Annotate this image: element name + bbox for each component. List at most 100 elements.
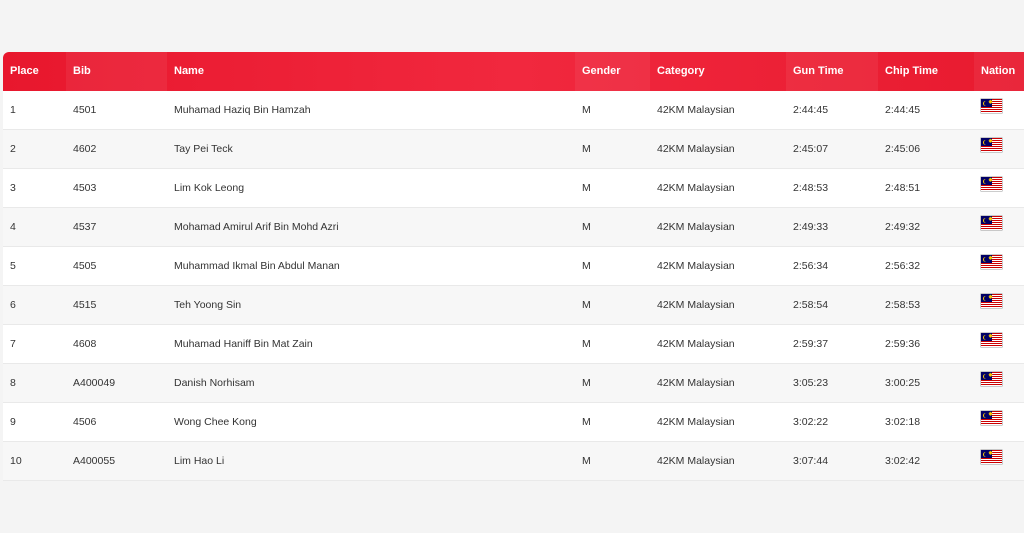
cell-bib: 4505 [73,260,97,272]
table-row[interactable]: 10 A400055 Lim Hao Li M 42KM Malaysian 3:07:4… [3,442,1024,481]
cell-category: 42KM Malaysian [657,299,735,311]
cell-name: Mohamad Amirul Arif Bin Mohd Azri [174,221,339,233]
cell-chip: 2:48:51 [885,182,921,194]
cell-gun: 2:56:34 [793,260,829,272]
cell-bib: 4503 [73,182,97,194]
cell-place: 6 [10,299,16,311]
cell-bib: 4501 [73,104,97,116]
cell-category: 42KM Malaysian [657,377,735,389]
malaysia-flag-icon: ✸ [981,294,1002,308]
cell-gender: M [582,416,591,428]
cell-nation: ✸ [974,411,1024,428]
cell-place: 8 [10,377,16,389]
cell-name: Muhamad Haniff Bin Mat Zain [174,338,313,350]
cell-gun: 3:02:22 [793,416,829,428]
cell-gender: M [582,221,591,233]
cell-nation: ✸ [974,333,1024,350]
cell-name: Muhamad Haziq Bin Hamzah [174,104,311,116]
column-header-category[interactable]: Category [650,52,786,91]
cell-gender: M [582,338,591,350]
cell-category: 42KM Malaysian [657,221,735,233]
malaysia-flag-icon: ✸ [981,177,1002,191]
cell-gender: M [582,455,591,467]
column-header-name[interactable]: Name [167,52,575,91]
cell-chip: 2:56:32 [885,260,921,272]
results-table: Place Bib Name Gender Category Gun Time … [3,52,1024,481]
cell-nation: ✸ [974,450,1024,467]
cell-nation: ✸ [974,294,1024,311]
cell-category: 42KM Malaysian [657,416,735,428]
cell-chip: 3:02:18 [885,416,921,428]
cell-chip: 2:58:53 [885,299,921,311]
table-row[interactable]: 6 4515 Teh Yoong Sin M 42KM Malaysian 2:58:54… [3,286,1024,325]
cell-bib: A400055 [73,455,116,467]
malaysia-flag-icon: ✸ [981,372,1002,386]
table-header: Place Bib Name Gender Category Gun Time … [3,52,1024,91]
cell-name: Wong Chee Kong [174,416,257,428]
cell-gun: 3:05:23 [793,377,829,389]
malaysia-flag-icon: ✸ [981,99,1002,113]
cell-bib: 4608 [73,338,97,350]
cell-nation: ✸ [974,138,1024,155]
cell-category: 42KM Malaysian [657,338,735,350]
malaysia-flag-icon: ✸ [981,216,1002,230]
column-header-bib[interactable]: Bib [66,52,167,91]
cell-category: 42KM Malaysian [657,143,735,155]
column-header-gender[interactable]: Gender [575,52,650,91]
cell-place: 9 [10,416,16,428]
column-header-nation[interactable]: Nation [974,52,1024,91]
table-row[interactable]: 1 4501 Muhamad Haziq Bin Hamzah M 42KM Malay… [3,91,1024,130]
cell-gun: 2:49:33 [793,221,829,233]
cell-gun: 2:48:53 [793,182,829,194]
cell-place: 1 [10,104,16,116]
cell-gender: M [582,377,591,389]
table-row[interactable]: 8 A400049 Danish Norhisam M 42KM Malaysian 3:… [3,364,1024,403]
cell-nation: ✸ [974,255,1024,272]
column-header-gun-time[interactable]: Gun Time [786,52,878,91]
table-row[interactable]: 7 4608 Muhamad Haniff Bin Mat Zain M 42KM Ma… [3,325,1024,364]
table-row[interactable]: 5 4505 Muhammad Ikmal Bin Abdul Manan M 42KM… [3,247,1024,286]
table-row[interactable]: 4 4537 Mohamad Amirul Arif Bin Mohd Azri M 4… [3,208,1024,247]
cell-name: Danish Norhisam [174,377,255,389]
malaysia-flag-icon: ✸ [981,411,1002,425]
malaysia-flag-icon: ✸ [981,255,1002,269]
malaysia-flag-icon: ✸ [981,450,1002,464]
cell-gender: M [582,299,591,311]
cell-nation: ✸ [974,216,1024,233]
cell-nation: ✸ [974,99,1024,116]
cell-bib: 4506 [73,416,97,428]
column-header-place[interactable]: Place [3,52,66,91]
cell-nation: ✸ [974,177,1024,194]
table-row[interactable]: 9 4506 Wong Chee Kong M 42KM Malaysian 3:02:2… [3,403,1024,442]
cell-name: Muhammad Ikmal Bin Abdul Manan [174,260,340,272]
cell-bib: 4602 [73,143,97,155]
cell-chip: 3:02:42 [885,455,921,467]
cell-place: 10 [10,455,22,467]
cell-bib: 4515 [73,299,97,311]
cell-name: Lim Hao Li [174,455,225,467]
table-row[interactable]: 2 4602 Tay Pei Teck M 42KM Malaysian 2:45:07 2… [3,130,1024,169]
table-body: 1 4501 Muhamad Haziq Bin Hamzah M 42KM Malay… [3,91,1024,481]
cell-place: 3 [10,182,16,194]
column-header-chip-time[interactable]: Chip Time [878,52,974,91]
cell-category: 42KM Malaysian [657,182,735,194]
cell-category: 42KM Malaysian [657,455,735,467]
cell-place: 4 [10,221,16,233]
cell-chip: 2:49:32 [885,221,921,233]
cell-chip: 3:00:25 [885,377,921,389]
cell-place: 2 [10,143,16,155]
cell-gun: 2:59:37 [793,338,829,350]
cell-nation: ✸ [974,372,1024,389]
cell-chip: 2:45:06 [885,143,921,155]
malaysia-flag-icon: ✸ [981,138,1002,152]
cell-chip: 2:59:36 [885,338,921,350]
cell-bib: A400049 [73,377,116,389]
cell-bib: 4537 [73,221,97,233]
cell-gender: M [582,182,591,194]
cell-gun: 2:44:45 [793,104,829,116]
cell-gun: 2:45:07 [793,143,829,155]
cell-place: 5 [10,260,16,272]
table-row[interactable]: 3 4503 Lim Kok Leong M 42KM Malaysian 2:48:53… [3,169,1024,208]
cell-chip: 2:44:45 [885,104,921,116]
cell-gun: 3:07:44 [793,455,829,467]
